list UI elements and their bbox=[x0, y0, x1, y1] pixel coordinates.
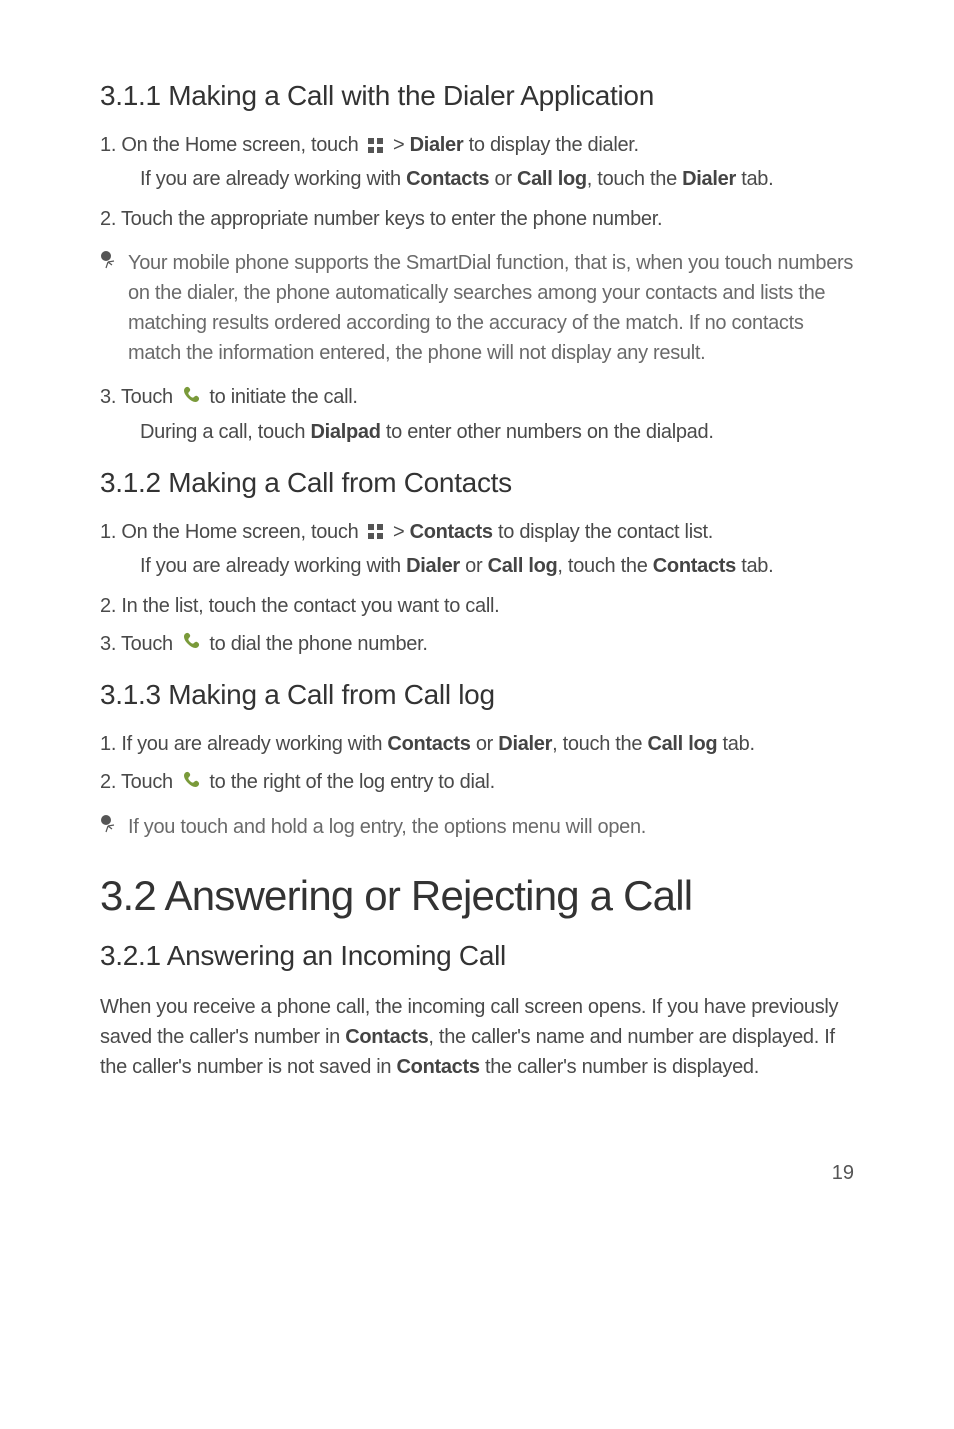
step-3-1-1-1: 1. On the Home screen, touch > Dialer to… bbox=[100, 130, 854, 194]
step-indent: If you are already working with Dialer o… bbox=[140, 551, 854, 581]
note-icon bbox=[100, 250, 118, 275]
call-log-bold: Call log bbox=[488, 555, 558, 577]
call-log-bold: Call log bbox=[647, 733, 717, 755]
document-page: 3.1.1 Making a Call with the Dialer Appl… bbox=[0, 0, 954, 1225]
step-text: tab. bbox=[717, 733, 754, 755]
step-text: to the right of the log entry to dial. bbox=[209, 771, 494, 793]
contacts-bold: Contacts bbox=[397, 1056, 480, 1078]
step-3-1-2-1: 1. On the Home screen, touch > Contacts … bbox=[100, 517, 854, 581]
step-text: to initiate the call. bbox=[209, 386, 357, 408]
note-3-1-1: Your mobile phone supports the SmartDial… bbox=[100, 248, 854, 368]
step-indent: If you are already working with Contacts… bbox=[140, 164, 854, 194]
heading-3-1-3: 3.1.3 Making a Call from Call log bbox=[100, 679, 854, 711]
step-text: , touch the bbox=[552, 733, 647, 755]
indent-text: tab. bbox=[736, 555, 773, 577]
step-text: to display the dialer. bbox=[463, 134, 638, 156]
step-text: to dial the phone number. bbox=[209, 633, 427, 655]
call-log-bold: Call log bbox=[517, 168, 587, 190]
step-text: to display the contact list. bbox=[493, 521, 713, 543]
note-icon bbox=[100, 814, 118, 839]
step-text: 1. On the Home screen, touch bbox=[100, 134, 364, 156]
step-3-1-1-3: 3. Touch to initiate the call. During a … bbox=[100, 382, 854, 447]
contacts-bold: Contacts bbox=[387, 733, 470, 755]
dialer-bold: Dialer bbox=[498, 733, 552, 755]
note-text: If you touch and hold a log entry, the o… bbox=[128, 812, 646, 842]
steps-3-1-3: 1. If you are already working with Conta… bbox=[100, 729, 854, 798]
step-3-1-3-2: 2. Touch to the right of the log entry t… bbox=[100, 767, 854, 798]
para-3-2-1: When you receive a phone call, the incom… bbox=[100, 992, 854, 1082]
indent-text: During a call, touch bbox=[140, 421, 310, 443]
contacts-bold: Contacts bbox=[410, 521, 493, 543]
phone-icon bbox=[182, 383, 200, 413]
contacts-bold: Contacts bbox=[406, 168, 489, 190]
indent-text: or bbox=[489, 168, 517, 190]
steps-3-1-2: 1. On the Home screen, touch > Contacts … bbox=[100, 517, 854, 660]
indent-text: If you are already working with bbox=[140, 555, 406, 577]
steps-3-1-1: 1. On the Home screen, touch > Dialer to… bbox=[100, 130, 854, 234]
apps-icon bbox=[368, 138, 384, 154]
indent-text: tab. bbox=[736, 168, 773, 190]
para-text: the caller's number is displayed. bbox=[480, 1056, 759, 1078]
step-text: 3. Touch bbox=[100, 633, 178, 655]
step-text: > bbox=[393, 521, 410, 543]
step-text: or bbox=[471, 733, 499, 755]
step-text: > bbox=[393, 134, 410, 156]
heading-3-2-1: 3.2.1 Answering an Incoming Call bbox=[100, 940, 854, 972]
indent-text: , touch the bbox=[557, 555, 652, 577]
contacts-bold: Contacts bbox=[653, 555, 736, 577]
page-number: 19 bbox=[100, 1162, 854, 1185]
note-3-1-3: If you touch and hold a log entry, the o… bbox=[100, 812, 854, 842]
step-text: 1. On the Home screen, touch bbox=[100, 521, 364, 543]
heading-3-1-2: 3.1.2 Making a Call from Contacts bbox=[100, 467, 854, 499]
dialer-bold: Dialer bbox=[406, 555, 460, 577]
step-3-1-1-2: 2. Touch the appropriate number keys to … bbox=[100, 204, 854, 234]
phone-icon bbox=[182, 768, 200, 798]
heading-3-1-1: 3.1.1 Making a Call with the Dialer Appl… bbox=[100, 80, 854, 112]
step-text: 2. Touch bbox=[100, 771, 178, 793]
note-text: Your mobile phone supports the SmartDial… bbox=[128, 248, 854, 368]
step-indent: During a call, touch Dialpad to enter ot… bbox=[140, 417, 854, 447]
step-3-1-3-1: 1. If you are already working with Conta… bbox=[100, 729, 854, 759]
step-3-1-2-2: 2. In the list, touch the contact you wa… bbox=[100, 591, 854, 621]
dialer-bold: Dialer bbox=[410, 134, 464, 156]
indent-text: or bbox=[460, 555, 488, 577]
indent-text: to enter other numbers on the dialpad. bbox=[381, 421, 714, 443]
steps-3-1-1-cont: 3. Touch to initiate the call. During a … bbox=[100, 382, 854, 447]
indent-text: If you are already working with bbox=[140, 168, 406, 190]
step-3-1-2-3: 3. Touch to dial the phone number. bbox=[100, 629, 854, 660]
contacts-bold: Contacts bbox=[345, 1026, 428, 1048]
phone-icon bbox=[182, 629, 200, 659]
dialer-bold: Dialer bbox=[682, 168, 736, 190]
dialpad-bold: Dialpad bbox=[310, 421, 380, 443]
indent-text: , touch the bbox=[587, 168, 682, 190]
step-text: 3. Touch bbox=[100, 386, 178, 408]
step-text: 1. If you are already working with bbox=[100, 733, 387, 755]
heading-3-2: 3.2 Answering or Rejecting a Call bbox=[100, 872, 854, 920]
apps-icon bbox=[368, 524, 384, 540]
